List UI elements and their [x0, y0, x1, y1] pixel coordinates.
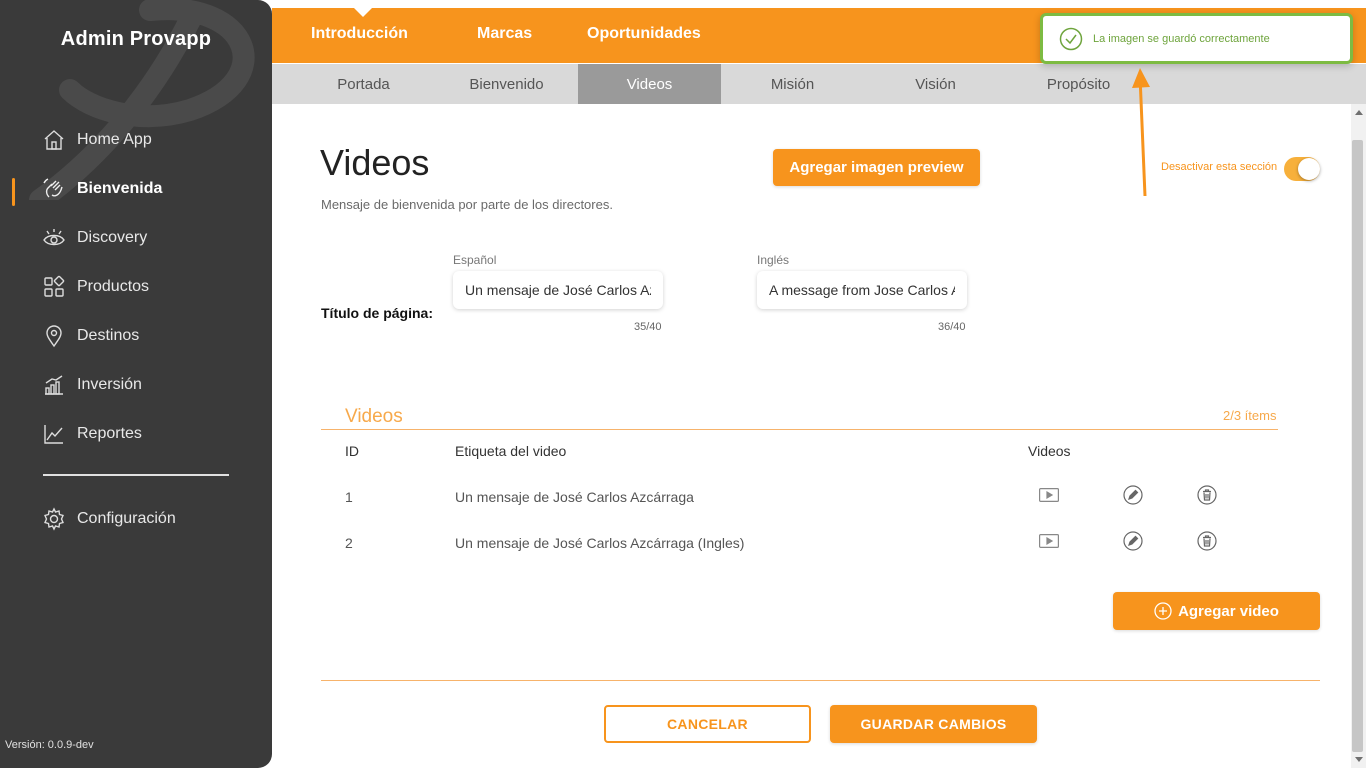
cancel-button[interactable]: CANCELAR: [604, 705, 811, 743]
home-icon: [42, 128, 66, 152]
sidebar-item-label: Bienvenida: [77, 180, 163, 197]
plus-circle-icon: [1154, 602, 1172, 620]
annotation-arrow: [1132, 68, 1150, 197]
sidebar-item-bienvenida[interactable]: Bienvenida: [42, 176, 162, 202]
toggle-knob: [1298, 158, 1320, 180]
scroll-down-arrow-icon[interactable]: [1355, 757, 1363, 762]
app-brand: Admin Provapp: [60, 28, 212, 50]
check-circle-icon: [1059, 27, 1083, 50]
sidebar-item-label: Inversión: [77, 376, 142, 393]
section-divider: [321, 429, 1278, 430]
tab-introduccion[interactable]: Introducción: [311, 25, 408, 43]
sidebar-item-label: Reportes: [77, 425, 142, 442]
sidebar-item-label: Destinos: [77, 327, 140, 344]
column-header-videos: Videos: [1028, 443, 1071, 459]
scrollbar-thumb[interactable]: [1352, 140, 1363, 752]
edit-icon[interactable]: [1122, 484, 1144, 506]
sidebar-item-label: Configuración: [77, 510, 176, 527]
line-chart-icon: [42, 422, 66, 446]
video-play-icon[interactable]: [1038, 530, 1060, 552]
english-char-counter: 36/40: [938, 321, 966, 333]
deactivate-section-toggle[interactable]: [1284, 157, 1320, 181]
english-field-label: Inglés: [757, 253, 790, 267]
add-video-button[interactable]: Agregar video: [1113, 592, 1320, 630]
tab-marcas[interactable]: Marcas: [477, 25, 532, 43]
add-preview-image-button[interactable]: Agregar imagen preview: [773, 149, 980, 186]
waving-hand-icon: [42, 177, 66, 201]
delete-icon[interactable]: [1196, 530, 1218, 552]
footer-divider: [321, 680, 1320, 681]
videos-section-title: Videos: [345, 406, 403, 427]
page-title: Videos: [320, 142, 430, 183]
spanish-title-input[interactable]: [453, 271, 663, 309]
sidebar-item-configuracion[interactable]: Configuración: [42, 506, 176, 532]
delete-icon[interactable]: [1196, 484, 1218, 506]
sidebar-item-label: Productos: [77, 278, 150, 295]
toggle-label: Desactivar esta sección: [1161, 161, 1278, 173]
subtab-proposito[interactable]: Propósito: [1007, 64, 1150, 104]
sidebar-item-productos[interactable]: Productos: [42, 274, 149, 300]
app-version: Versión: 0.0.9-dev: [5, 739, 94, 751]
row-id: 2: [345, 535, 353, 551]
subtab-videos[interactable]: Videos: [578, 64, 721, 104]
column-header-id: ID: [345, 443, 359, 459]
sidebar-item-reportes[interactable]: Reportes: [42, 421, 142, 447]
subtab-vision[interactable]: Visión: [864, 64, 1007, 104]
sidebar-item-destinos[interactable]: Destinos: [42, 323, 139, 349]
spanish-field-label: Español: [453, 253, 497, 267]
scroll-up-arrow-icon[interactable]: [1355, 110, 1363, 115]
tab-oportunidades[interactable]: Oportunidades: [587, 25, 701, 43]
save-changes-button[interactable]: GUARDAR CAMBIOS: [830, 705, 1037, 743]
location-pin-icon: [42, 324, 66, 348]
page-subtitle: Mensaje de bienvenida por parte de los d…: [321, 197, 613, 212]
row-label: Un mensaje de José Carlos Azcárraga: [455, 489, 694, 505]
sidebar-item-label: Discovery: [77, 229, 148, 246]
row-id: 1: [345, 489, 353, 505]
gear-icon: [42, 507, 66, 531]
subtab-bienvenido[interactable]: Bienvenido: [435, 64, 578, 104]
sidebar: Admin Provapp Home App Bienvenida Discov…: [0, 0, 272, 768]
sidebar-item-inversion[interactable]: Inversión: [42, 372, 142, 398]
bar-chart-icon: [42, 373, 66, 397]
add-video-label: Agregar video: [1178, 602, 1279, 620]
page-title-label: Título de página:: [321, 305, 433, 321]
sidebar-item-home-app[interactable]: Home App: [42, 127, 152, 153]
sidebar-divider: [43, 474, 229, 476]
english-title-input[interactable]: [757, 271, 967, 309]
toast-message: La imagen se guardó correctamente: [1093, 32, 1270, 45]
row-label: Un mensaje de José Carlos Azcárraga (Ing…: [455, 535, 745, 551]
sidebar-item-discovery[interactable]: Discovery: [42, 225, 147, 251]
spanish-char-counter: 35/40: [634, 321, 662, 333]
grid-icon: [42, 275, 66, 299]
success-toast: La imagen se guardó correctamente: [1040, 13, 1353, 64]
sub-navbar: Portada Bienvenido Videos Misión Visión …: [272, 64, 1366, 104]
sidebar-item-label: Home App: [77, 131, 152, 148]
edit-icon[interactable]: [1122, 530, 1144, 552]
video-play-icon[interactable]: [1038, 484, 1060, 506]
subtab-portada[interactable]: Portada: [292, 64, 435, 104]
column-header-label: Etiqueta del video: [455, 443, 567, 459]
active-indicator: [12, 178, 15, 206]
active-tab-caret: [354, 8, 372, 17]
videos-item-count: 2/3 ítems: [1223, 408, 1277, 423]
subtab-mision[interactable]: Misión: [721, 64, 864, 104]
eye-icon: [42, 226, 66, 250]
